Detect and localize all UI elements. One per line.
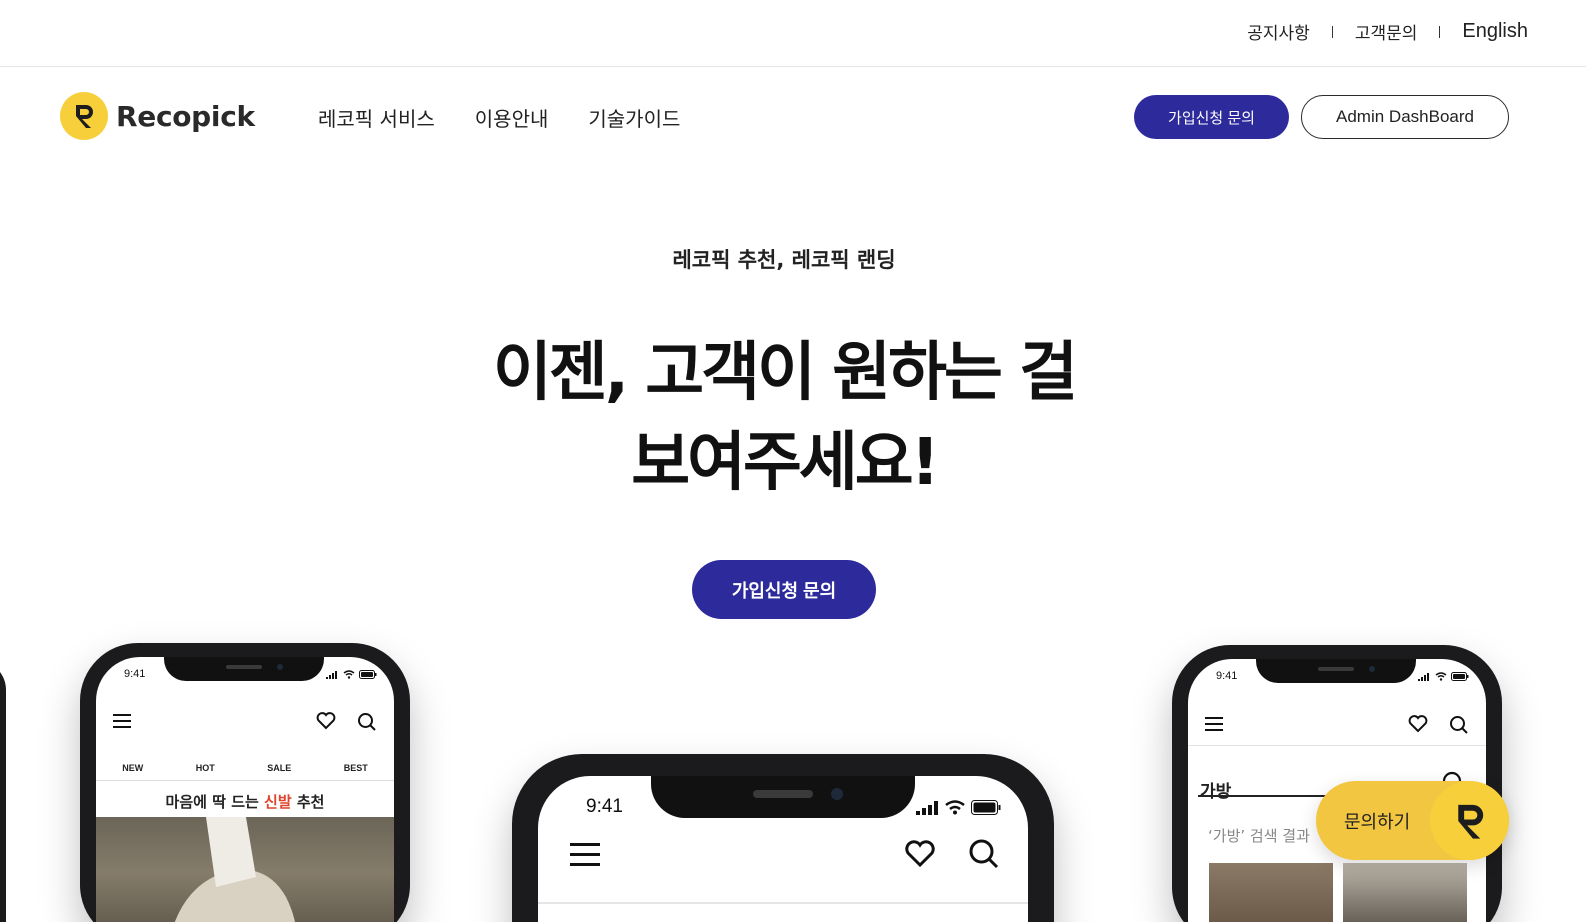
- support-link[interactable]: 고객문의: [1355, 19, 1418, 44]
- hero-join-button[interactable]: 가입신청 문의: [692, 560, 876, 619]
- wifi-icon: [343, 670, 355, 679]
- divider: [1331, 25, 1333, 38]
- status-time: 9:41: [586, 796, 623, 817]
- search-icon[interactable]: [357, 712, 377, 732]
- nav-item-guide[interactable]: 이용안내: [475, 103, 549, 132]
- main-nav: 레코픽 서비스 이용안내 기술가이드: [318, 103, 720, 132]
- phone-notch: [1256, 659, 1416, 683]
- shoe-product-image: [96, 817, 394, 922]
- status-icons: [1418, 672, 1469, 681]
- tab-hot[interactable]: HOT: [196, 763, 215, 773]
- recopick-logo-icon: [1430, 781, 1509, 860]
- search-query: 가방: [1200, 782, 1232, 802]
- product-thumbnail[interactable]: [1343, 863, 1467, 922]
- language-link[interactable]: English: [1462, 20, 1528, 43]
- battery-icon: [359, 670, 377, 679]
- phone-screen: 9:41: [538, 776, 1028, 922]
- promo-suffix: 추천: [291, 793, 325, 811]
- tab-new[interactable]: NEW: [122, 763, 143, 773]
- wifi-icon: [1435, 672, 1447, 681]
- phone-camera: [831, 788, 843, 800]
- phone-mockup-center: 9:41: [512, 754, 1054, 922]
- category-tabs: NEW HOT SALE BEST: [96, 755, 394, 781]
- phone-speaker: [226, 665, 262, 669]
- status-time: 9:41: [124, 668, 146, 680]
- promo-prefix: 마음에 딱 드는: [165, 793, 265, 811]
- search-result-text: ‘가방’ 검색 결과: [1208, 827, 1310, 845]
- tab-sale[interactable]: SALE: [267, 763, 291, 773]
- menu-icon[interactable]: [113, 713, 131, 729]
- header-divider: [538, 902, 1028, 904]
- phone-speaker: [753, 790, 813, 798]
- promo-title: 마음에 딱 드는 신발 추천: [96, 791, 394, 812]
- wifi-icon: [945, 800, 965, 815]
- nav-item-tech-guide[interactable]: 기술가이드: [588, 103, 680, 132]
- menu-icon[interactable]: [570, 842, 600, 868]
- phone-camera: [1369, 666, 1375, 672]
- notice-link[interactable]: 공지사항: [1247, 19, 1310, 44]
- phone-mockup-left: 9:41 NEW HOT SALE BEST 마음에 딱 드는 신발 추천: [80, 643, 410, 922]
- tab-best[interactable]: BEST: [344, 763, 368, 773]
- header-divider: [1188, 745, 1486, 746]
- floating-inquiry-button[interactable]: 문의하기: [1316, 781, 1509, 860]
- menu-icon[interactable]: [1205, 716, 1223, 732]
- heart-icon[interactable]: [1408, 715, 1428, 733]
- phone-edge-left: [0, 660, 6, 922]
- floating-inquiry-label: 문의하기: [1344, 812, 1411, 833]
- hero-title-line2: 보여주세요!: [631, 426, 940, 500]
- admin-dashboard-button[interactable]: Admin DashBoard: [1301, 95, 1509, 139]
- status-time: 9:41: [1216, 670, 1238, 682]
- phone-screen: 9:41 NEW HOT SALE BEST 마음에 딱 드는 신발 추천: [96, 657, 394, 922]
- join-inquiry-button[interactable]: 가입신청 문의: [1134, 95, 1289, 139]
- hero-eyebrow: 레코픽 추천, 레코픽 랜딩: [672, 248, 896, 272]
- signal-icon: [916, 800, 938, 815]
- logo-text: Recopick: [116, 99, 255, 133]
- nav-item-service[interactable]: 레코픽 서비스: [318, 103, 435, 132]
- promo-highlight: 신발: [264, 793, 292, 811]
- battery-icon: [1451, 672, 1469, 681]
- product-thumbnail[interactable]: [1209, 863, 1333, 922]
- utility-bar: 공지사항 고객문의 English: [0, 0, 1586, 67]
- phone-camera: [277, 664, 283, 670]
- recopick-logo-icon: [60, 92, 108, 140]
- status-icons: [326, 670, 377, 679]
- utility-links: 공지사항 고객문의 English: [1247, 19, 1528, 44]
- search-icon[interactable]: [968, 838, 1000, 870]
- phone-speaker: [1318, 667, 1354, 671]
- divider: [1439, 25, 1441, 38]
- signal-icon: [1418, 672, 1429, 681]
- hero-title: 이젠, 고객이 원하는 걸 보여주세요!: [0, 328, 1568, 508]
- hero-title-line1: 이젠, 고객이 원하는 걸: [492, 336, 1078, 410]
- battery-icon: [971, 800, 1001, 815]
- heart-icon[interactable]: [904, 840, 936, 868]
- status-icons: [916, 800, 1001, 815]
- phone-notch: [164, 657, 324, 681]
- heart-icon[interactable]: [316, 712, 336, 730]
- signal-icon: [326, 670, 337, 679]
- site-logo[interactable]: Recopick: [60, 92, 255, 140]
- search-icon[interactable]: [1449, 715, 1469, 735]
